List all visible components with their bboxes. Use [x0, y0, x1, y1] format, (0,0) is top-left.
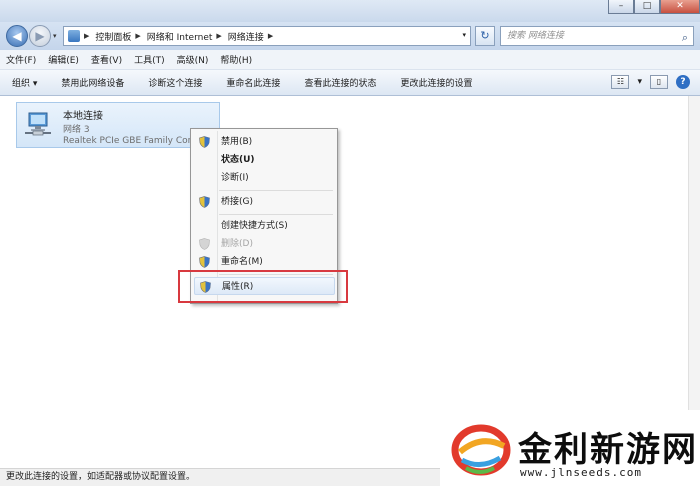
refresh-icon: ↻ [480, 29, 490, 42]
shield-icon [199, 196, 210, 208]
menu-item-label: 禁用(B) [221, 137, 253, 147]
menu-edit[interactable]: 编辑(E) [48, 53, 79, 66]
organize-button[interactable]: 组织 ▾ [12, 76, 37, 89]
back-button[interactable]: ◀ [6, 25, 28, 47]
breadcrumb-network-internet[interactable]: 网络和 Internet [147, 30, 213, 43]
menu-advanced[interactable]: 高级(N) [177, 53, 209, 66]
menu-help[interactable]: 帮助(H) [220, 53, 252, 66]
window-title-bar: – □ ✕ [0, 0, 700, 22]
chevron-right-icon[interactable]: ▶ [135, 32, 140, 40]
menu-item-bridge[interactable]: 桥接(G) [191, 193, 337, 211]
connection-network: 网络 3 [63, 125, 90, 135]
highlight-annotation-frame [178, 270, 348, 303]
disable-device-button[interactable]: 禁用此网络设备 [61, 76, 124, 89]
chevron-right-icon[interactable]: ▶ [268, 32, 273, 40]
menu-tools[interactable]: 工具(T) [134, 53, 165, 66]
watermark-title: 金利新游网 [518, 430, 698, 470]
control-panel-icon [68, 30, 80, 42]
diagnose-button[interactable]: 诊断这个连接 [148, 76, 202, 89]
maximize-button[interactable]: □ [634, 0, 660, 14]
rename-button[interactable]: 重命名此连接 [226, 76, 280, 89]
watermark-url: www.jlnseeds.com [520, 466, 642, 479]
menu-item-label: 状态(U) [221, 155, 255, 165]
search-input[interactable]: 搜索 网络连接 ⌕ [500, 26, 694, 46]
menu-item-create-shortcut[interactable]: 创建快捷方式(S) [191, 217, 337, 235]
minimize-button[interactable]: – [608, 0, 634, 14]
back-arrow-icon: ◀ [12, 29, 22, 43]
menu-item-label: 重命名(M) [221, 257, 263, 267]
menu-item-label: 创建快捷方式(S) [221, 221, 288, 231]
menu-item-diagnose[interactable]: 诊断(I) [191, 169, 337, 187]
forward-button[interactable]: ▶ [29, 25, 51, 47]
breadcrumb-control-panel[interactable]: 控制面板 [95, 30, 131, 43]
command-bar: 组织 ▾ 禁用此网络设备 诊断这个连接 重命名此连接 查看此连接的状态 更改此连… [0, 70, 700, 96]
preview-pane-icon[interactable]: ▯ [650, 75, 668, 89]
address-dropdown-icon[interactable]: ▾ [462, 31, 466, 39]
search-icon[interactable]: ⌕ [682, 29, 688, 47]
status-text: 更改此连接的设置，如适配器或协议配置设置。 [6, 472, 196, 482]
view-controls: ☷ ▾ ▯ ? [611, 75, 690, 89]
shield-icon [199, 256, 210, 268]
help-icon[interactable]: ? [676, 75, 690, 89]
connection-name: 本地连接 [63, 111, 103, 122]
search-placeholder: 搜索 网络连接 [507, 31, 564, 41]
menu-item-status[interactable]: 状态(U) [191, 151, 337, 169]
menu-separator [219, 190, 333, 191]
view-status-button[interactable]: 查看此连接的状态 [304, 76, 376, 89]
menu-item-rename[interactable]: 重命名(M) [191, 253, 337, 271]
menu-item-delete: 删除(D) [191, 235, 337, 253]
menu-bar: 文件(F) 编辑(E) 查看(V) 工具(T) 高级(N) 帮助(H) [0, 50, 700, 70]
chevron-right-icon[interactable]: ▶ [84, 32, 89, 40]
menu-separator [219, 214, 333, 215]
change-settings-button[interactable]: 更改此连接的设置 [400, 76, 472, 89]
menu-item-label: 桥接(G) [221, 197, 253, 207]
chevron-right-icon[interactable]: ▶ [216, 32, 221, 40]
network-adapter-icon [25, 112, 51, 136]
close-button[interactable]: ✕ [660, 0, 700, 14]
breadcrumb-network-connections[interactable]: 网络连接 [228, 30, 264, 43]
site-logo-icon [451, 424, 511, 476]
shield-icon [199, 136, 210, 148]
forward-arrow-icon: ▶ [35, 29, 45, 43]
menu-item-disable[interactable]: 禁用(B) [191, 133, 337, 151]
recent-pages-dropdown[interactable]: ▾ [53, 32, 57, 40]
address-bar[interactable]: ▶ 控制面板 ▶ 网络和 Internet ▶ 网络连接 ▶ ▾ [63, 26, 471, 46]
menu-view[interactable]: 查看(V) [91, 53, 122, 66]
menu-item-label: 诊断(I) [221, 173, 249, 183]
shield-icon [199, 238, 210, 250]
watermark: 金利新游网 www.jlnseeds.com [440, 410, 700, 486]
menu-item-label: 删除(D) [221, 239, 253, 249]
menu-file[interactable]: 文件(F) [6, 53, 36, 66]
view-dropdown-icon[interactable]: ▾ [637, 77, 642, 87]
window-controls: – □ ✕ [608, 0, 700, 14]
change-view-icon[interactable]: ☷ [611, 75, 630, 89]
refresh-button[interactable]: ↻ [475, 26, 495, 46]
address-row: ◀ ▶ ▾ ▶ 控制面板 ▶ 网络和 Internet ▶ 网络连接 ▶ ▾ ↻… [0, 22, 700, 50]
